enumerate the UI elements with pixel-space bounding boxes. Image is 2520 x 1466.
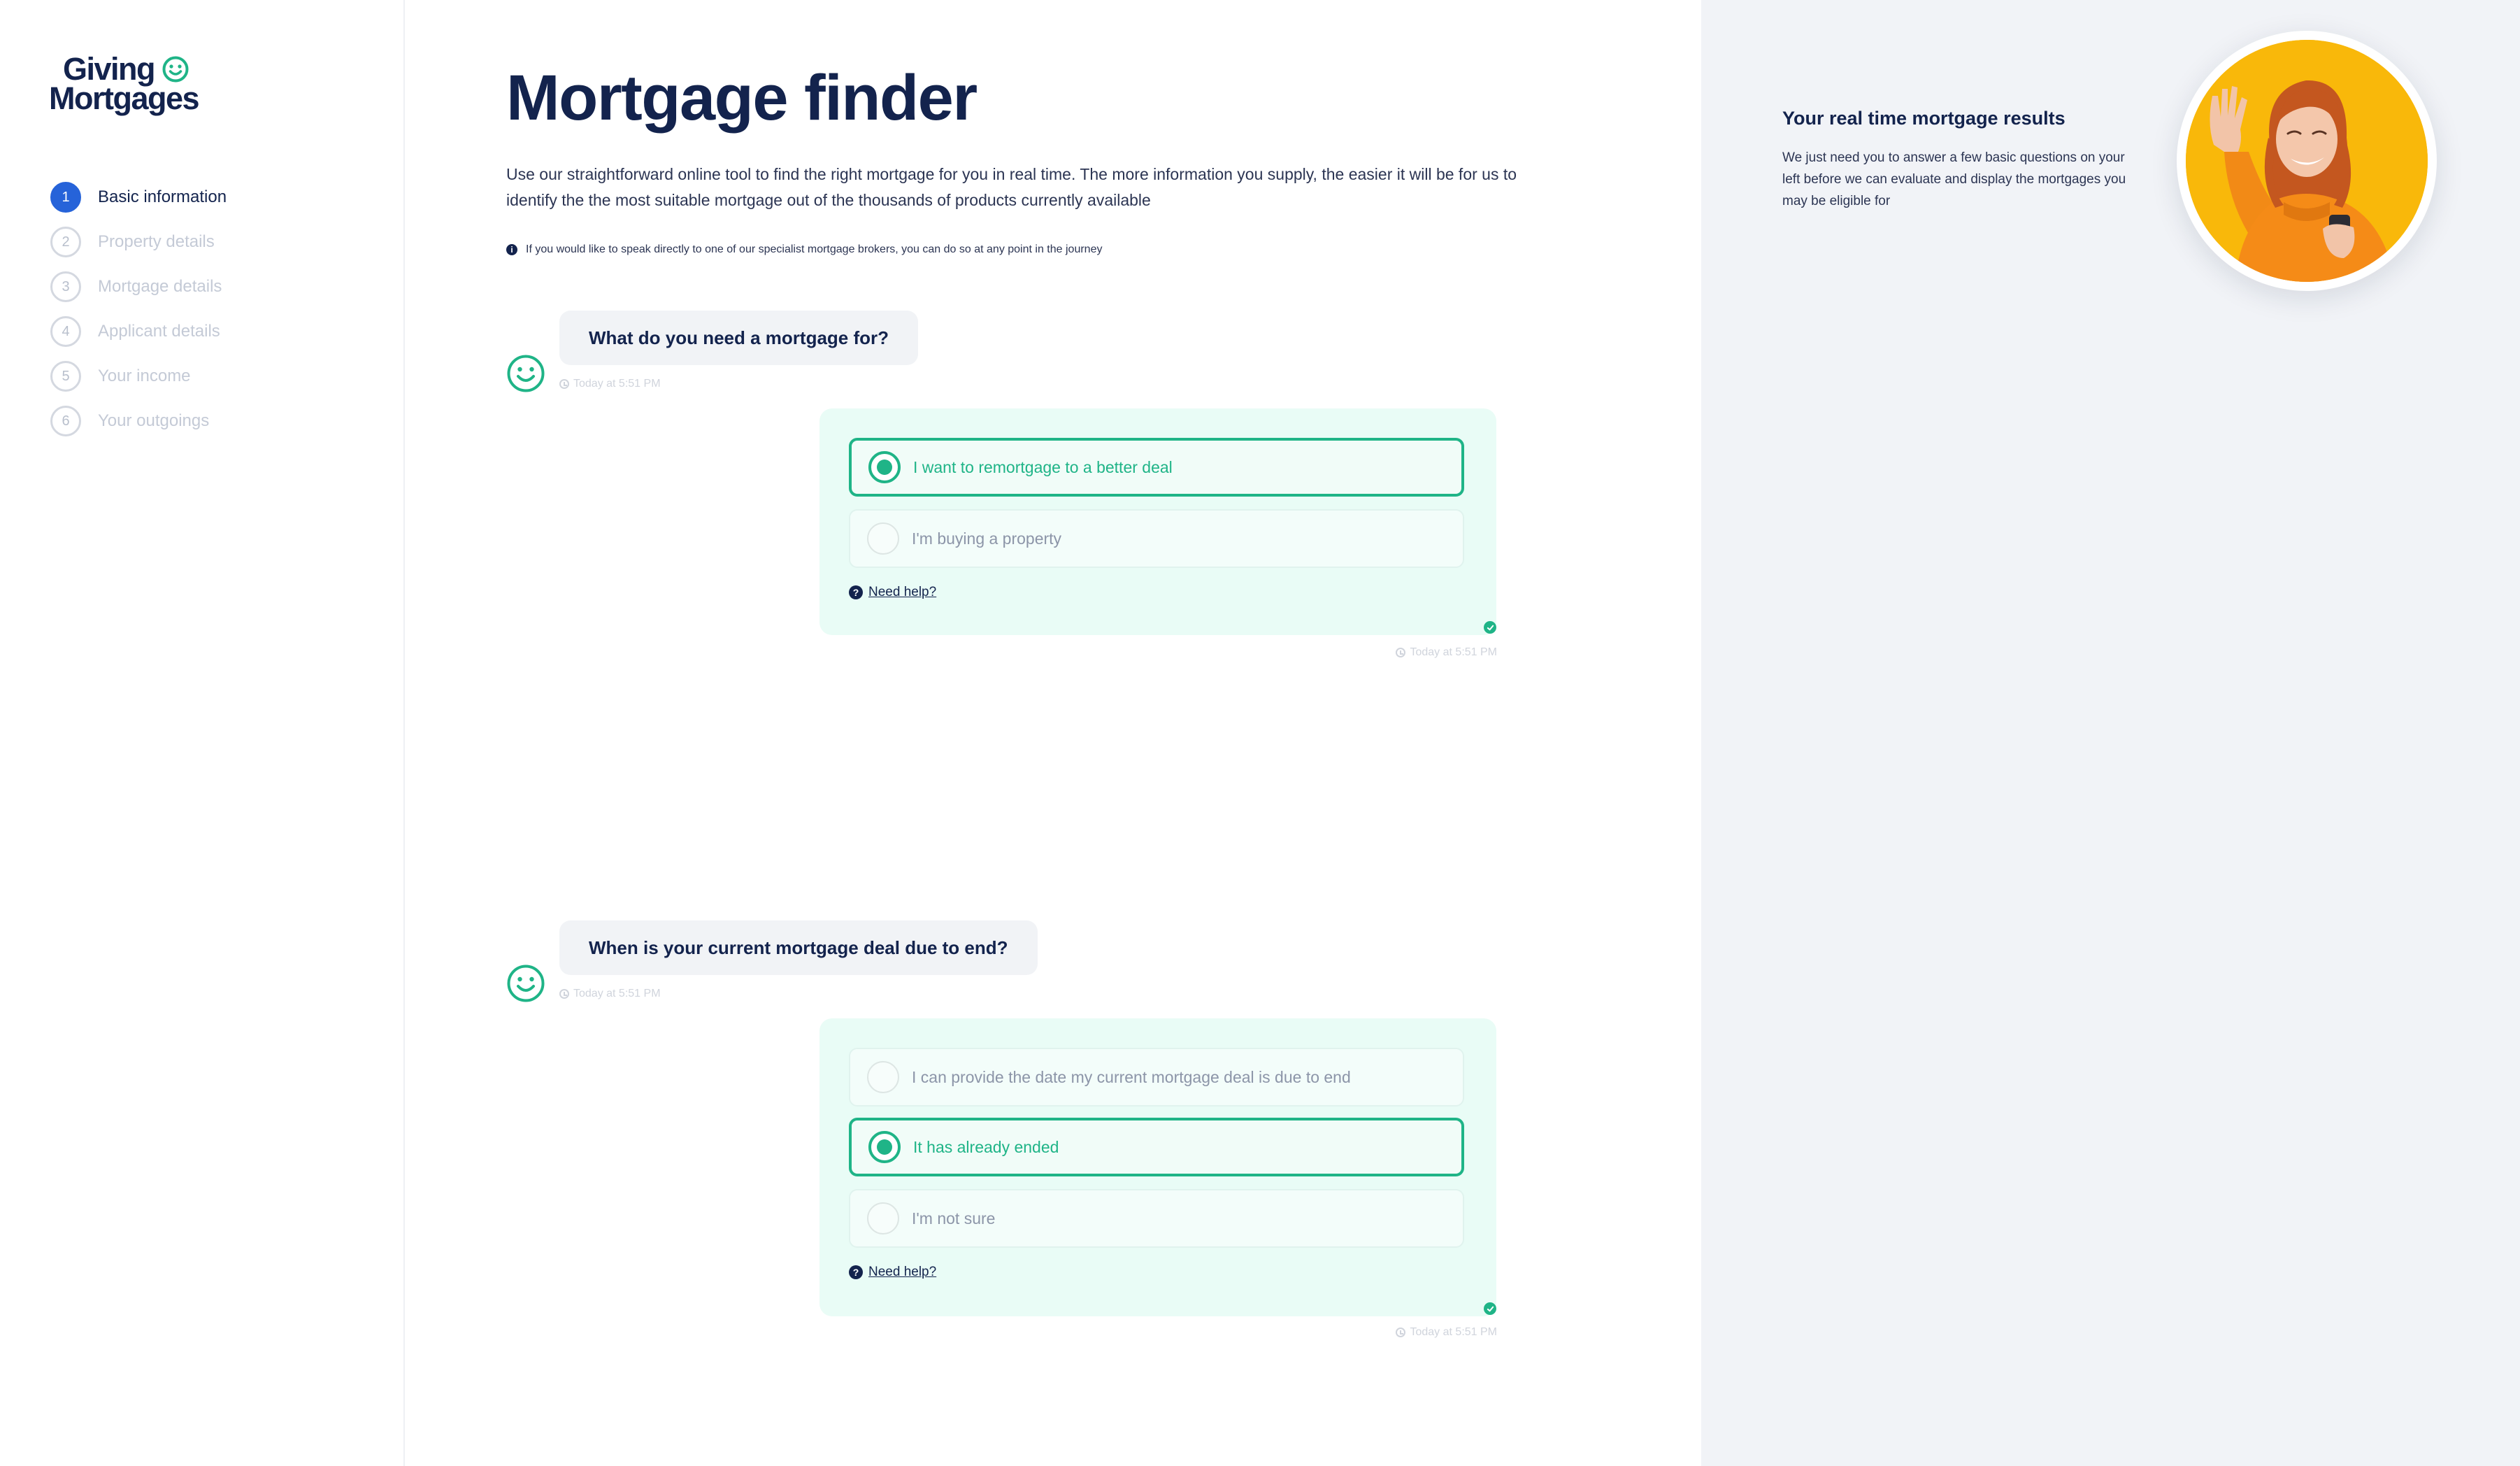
step-label: Your outgoings (98, 411, 210, 430)
radio-button[interactable] (868, 451, 901, 483)
answer-options-card: I can provide the date my current mortga… (819, 1018, 1496, 1316)
step-number: 1 (50, 182, 81, 213)
sidebar: Giving Mortgages 1 Basic information 2 P… (0, 0, 405, 1466)
step-number: 5 (50, 361, 81, 392)
radio-button[interactable] (867, 522, 899, 555)
option-label: I'm not sure (912, 1209, 996, 1227)
option-label: It has already ended (913, 1137, 1059, 1156)
need-help: ? Need help? (849, 1265, 936, 1280)
question-icon: ? (849, 1265, 863, 1279)
woman-with-phone-photo (2186, 40, 2428, 282)
step-number: 3 (50, 271, 81, 302)
smiley-logo-icon (162, 56, 189, 83)
step-label: Your income (98, 366, 191, 385)
clock-icon (1396, 1328, 1406, 1337)
step-your-income[interactable]: 5 Your income (50, 354, 227, 399)
progress-steps: 1 Basic information 2 Property details 3… (50, 175, 227, 443)
results-description: We just need you to answer a few basic q… (1782, 150, 2126, 208)
option-label: I want to remortgage to a better deal (913, 457, 1173, 476)
check-icon (1484, 621, 1496, 634)
smiley-face-icon (507, 965, 545, 1002)
step-applicant-details[interactable]: 4 Applicant details (50, 309, 227, 354)
answer-timestamp: Today at 5:51 PM (1396, 1326, 1497, 1339)
step-label: Basic information (98, 187, 227, 206)
radio-button[interactable] (868, 1131, 901, 1163)
step-label: Mortgage details (98, 277, 222, 296)
logo-line1: Giving (63, 51, 156, 87)
option-remortgage[interactable]: I want to remortgage to a better deal (849, 438, 1464, 497)
broker-info-note: i If you would like to speak directly to… (506, 243, 1102, 256)
option-label: I'm buying a property (912, 529, 1062, 548)
answer-timestamp: Today at 5:51 PM (1396, 646, 1497, 659)
check-icon (1484, 1302, 1496, 1315)
question-icon: ? (849, 585, 863, 599)
radio-button[interactable] (867, 1061, 899, 1093)
step-property-details[interactable]: 2 Property details (50, 220, 227, 264)
logo-line2: Mortgages (49, 80, 200, 116)
radio-button[interactable] (867, 1202, 899, 1234)
bot-timestamp: Today at 5:51 PM (559, 378, 661, 390)
main-content: Mortgage finder Use our straightforward … (404, 0, 1701, 1466)
clock-icon (559, 989, 569, 999)
info-note-text: If you would like to speak directly to o… (526, 243, 1103, 255)
step-label: Property details (98, 232, 215, 251)
info-icon: i (506, 244, 517, 255)
option-already-ended[interactable]: It has already ended (849, 1118, 1464, 1176)
need-help-link[interactable]: Need help? (868, 585, 936, 600)
step-basic-information[interactable]: 1 Basic information (50, 175, 227, 220)
page-title: Mortgage finder (506, 62, 978, 134)
smiley-face-icon (507, 355, 545, 392)
option-buying-property[interactable]: I'm buying a property (849, 509, 1464, 568)
intro-text: Use our straightforward online tool to f… (506, 165, 1517, 209)
timestamp-text: Today at 5:51 PM (1410, 646, 1497, 658)
need-help: ? Need help? (849, 585, 936, 600)
need-help-link[interactable]: Need help? (868, 1265, 936, 1280)
clock-icon (559, 379, 569, 389)
timestamp-text: Today at 5:51 PM (1410, 1326, 1497, 1338)
question-bubble: What do you need a mortgage for? (559, 311, 919, 365)
step-number: 4 (50, 316, 81, 347)
step-your-outgoings[interactable]: 6 Your outgoings (50, 399, 227, 443)
step-number: 6 (50, 406, 81, 436)
option-provide-date[interactable]: I can provide the date my current mortga… (849, 1048, 1464, 1106)
timestamp-text: Today at 5:51 PM (573, 378, 661, 390)
results-title: Your real time mortgage results (1782, 108, 2066, 129)
bot-timestamp: Today at 5:51 PM (559, 988, 661, 1000)
clock-icon (1396, 648, 1406, 657)
option-label: I can provide the date my current mortga… (912, 1067, 1351, 1086)
answer-options-card: I want to remortgage to a better deal I'… (819, 408, 1496, 635)
profile-photo-frame (2177, 31, 2437, 291)
option-not-sure[interactable]: I'm not sure (849, 1189, 1464, 1248)
results-panel: Your real time mortgage results We just … (1701, 0, 2520, 1466)
giving-mortgages-logo[interactable]: Giving Mortgages (49, 51, 200, 116)
timestamp-text: Today at 5:51 PM (573, 988, 661, 999)
question-bubble: When is your current mortgage deal due t… (559, 920, 1038, 975)
step-label: Applicant details (98, 322, 220, 341)
step-number: 2 (50, 227, 81, 257)
step-mortgage-details[interactable]: 3 Mortgage details (50, 264, 227, 309)
